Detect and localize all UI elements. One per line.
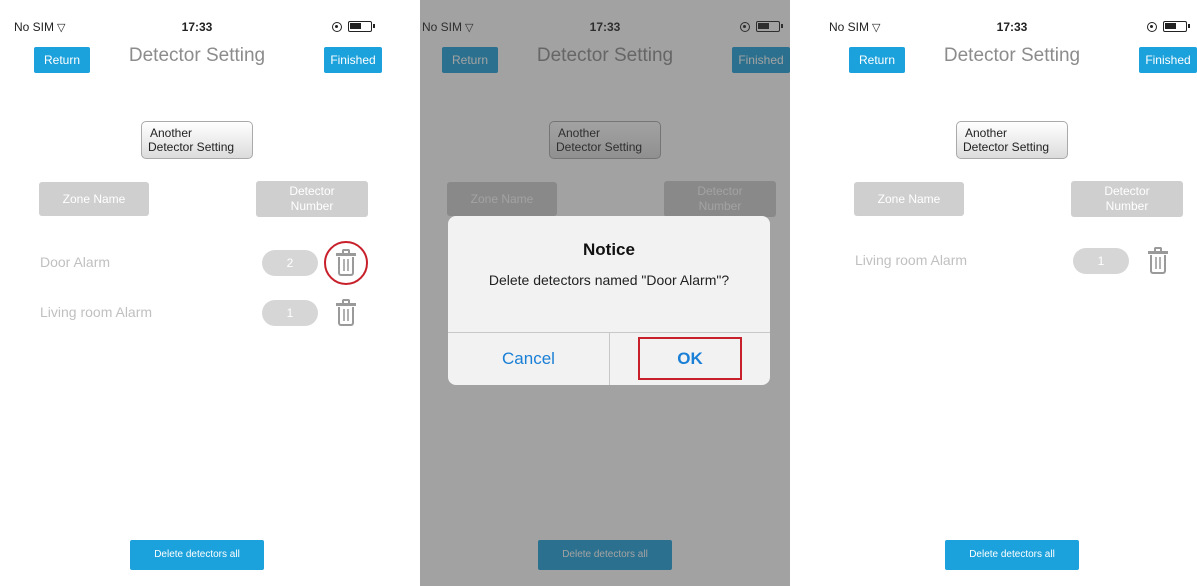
highlight-box [638, 337, 742, 380]
dialog-message: Delete detectors named "Door Alarm"? [488, 272, 730, 288]
trash-icon[interactable] [1147, 246, 1169, 276]
phone-screen-dialog: No SIM ▽ 17:33 Return Detector Setting Fi… [420, 0, 790, 586]
detector-number-badge: 1 [1073, 248, 1129, 274]
status-bar: No SIM ▽ 17:33 [827, 20, 1197, 36]
phone-screen-result: No SIM ▽ 17:33 Return Detector Setting Fi… [827, 0, 1197, 586]
zone-name: Living room Alarm [855, 252, 968, 268]
clock: 17:33 [996, 20, 1028, 34]
detector-number-header-line1: Detector [1104, 184, 1150, 198]
detector-number-header: Detector Number [256, 181, 368, 217]
detector-number-header: Detector Number [1071, 181, 1183, 217]
detector-number-badge: 1 [262, 300, 318, 326]
another-detector-label-line1: Another [965, 126, 1008, 140]
battery-icon [348, 21, 375, 32]
clock: 17:33 [181, 20, 213, 34]
phone-screen-list: No SIM ▽ 17:33 Return Detector Setting Fi… [12, 0, 382, 586]
detector-number-header-line1: Detector [289, 184, 335, 198]
another-detector-setting-button[interactable]: Another Detector Setting [956, 121, 1068, 159]
notice-dialog: Notice Delete detectors named "Door Alar… [448, 216, 770, 385]
finished-button[interactable]: Finished [1139, 47, 1197, 73]
detector-number-header-line2: Number [1105, 199, 1149, 213]
trash-icon[interactable] [335, 298, 357, 328]
cancel-button[interactable]: Cancel [448, 333, 609, 385]
rotation-lock-icon [1147, 22, 1157, 32]
rotation-lock-icon [332, 22, 342, 32]
highlight-circle [324, 241, 368, 285]
battery-icon [1163, 21, 1190, 32]
another-detector-label-line1: Another [150, 126, 193, 140]
zone-name: Living room Alarm [40, 304, 153, 320]
zone-name-header: Zone Name [854, 182, 964, 216]
delete-all-detectors-button[interactable]: Delete detectors all [945, 540, 1079, 570]
list-item: Living room Alarm 1 [827, 246, 1197, 276]
status-icons [332, 21, 376, 33]
delete-all-detectors-button[interactable]: Delete detectors all [130, 540, 264, 570]
status-bar: No SIM ▽ 17:33 [12, 20, 382, 36]
dialog-title: Notice [583, 240, 635, 259]
zone-name: Door Alarm [40, 254, 111, 270]
detector-number-header-line2: Number [290, 199, 334, 213]
another-detector-label-line2: Detector Setting [963, 140, 1050, 154]
detector-number-badge: 2 [262, 250, 318, 276]
list-item: Door Alarm 2 [12, 241, 382, 285]
another-detector-setting-button[interactable]: Another Detector Setting [141, 121, 253, 159]
another-detector-label-line2: Detector Setting [148, 140, 235, 154]
status-icons [1147, 21, 1191, 33]
finished-button[interactable]: Finished [324, 47, 382, 73]
list-item: Living room Alarm 1 [12, 298, 382, 328]
zone-name-header: Zone Name [39, 182, 149, 216]
